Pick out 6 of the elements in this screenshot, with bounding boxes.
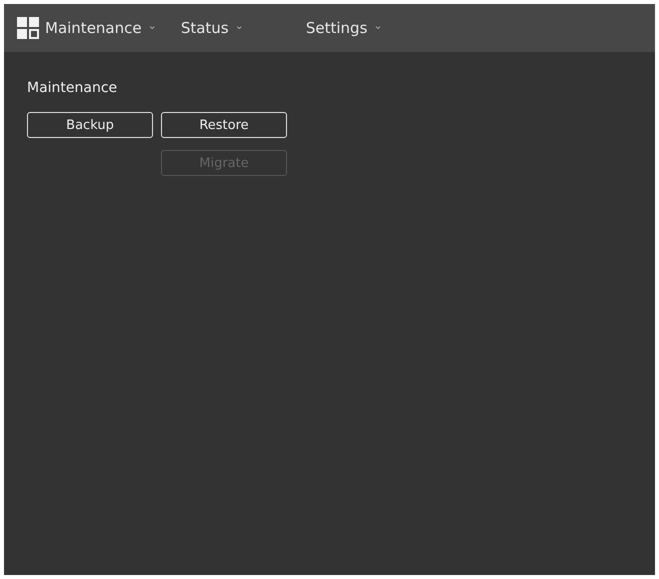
menu-item[interactable]: Maintenance ⌄ (17, 17, 157, 39)
menu-item[interactable]: Settings ⌄ (306, 19, 383, 37)
menu-item[interactable]: Status ⌄ (180, 19, 244, 37)
section-title: Maintenance (27, 80, 118, 96)
action-button[interactable]: Restore (161, 112, 287, 138)
action-button[interactable]: Backup (27, 112, 153, 138)
